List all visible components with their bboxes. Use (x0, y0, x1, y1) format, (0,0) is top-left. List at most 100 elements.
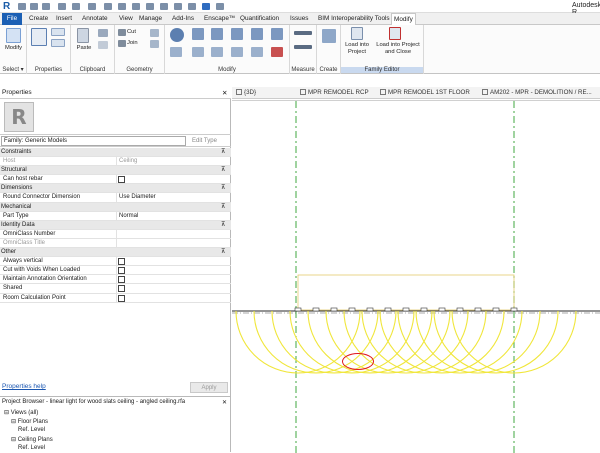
load-into-project-and-close-button[interactable]: Load into Project and Close (375, 42, 421, 56)
print-icon[interactable] (88, 3, 96, 10)
array-icon[interactable] (211, 47, 223, 57)
open-icon[interactable] (18, 3, 26, 10)
thin-lines-icon[interactable] (174, 3, 182, 10)
properties-icon[interactable] (31, 28, 47, 46)
3d-view-icon[interactable] (146, 3, 154, 10)
family-types-icon[interactable] (51, 28, 65, 36)
dimension-tool-icon[interactable] (294, 45, 312, 49)
property-checkbox[interactable] (118, 285, 125, 293)
modify-button[interactable]: Modify (2, 45, 25, 52)
tree-item[interactable]: ⊟ Views (all) (4, 409, 38, 416)
measure-icon[interactable] (104, 3, 112, 10)
property-checkbox[interactable] (118, 267, 125, 275)
delete-icon[interactable] (271, 47, 283, 57)
close-hidden-icon[interactable] (188, 3, 196, 10)
create-group-icon[interactable] (322, 29, 336, 43)
split-icon[interactable] (170, 47, 182, 57)
trim-icon[interactable] (271, 28, 283, 40)
tab-issues[interactable]: Issues (288, 13, 310, 25)
cut-icon[interactable] (118, 29, 126, 36)
tree-item[interactable]: ⊟ Ceiling Plans (11, 436, 53, 443)
tree-item[interactable]: ⊟ Floor Plans (11, 418, 48, 425)
switch-windows-icon[interactable] (202, 3, 210, 10)
property-value[interactable] (116, 229, 229, 239)
load-into-project-icon[interactable] (351, 27, 363, 40)
view-tab[interactable]: {3D} (236, 89, 256, 96)
modify-cursor-icon[interactable] (6, 28, 21, 43)
collapse-icon[interactable]: ⊼ (221, 184, 225, 193)
paint-icon[interactable] (150, 40, 159, 48)
category-structural[interactable]: Structural ⊼ (0, 166, 231, 176)
properties-help-link[interactable]: Properties help (2, 383, 46, 390)
tree-item[interactable]: Ref. Level (18, 427, 45, 433)
join-icon[interactable] (118, 40, 126, 47)
tab-manage[interactable]: Manage (137, 13, 164, 25)
view-tab[interactable]: MPR REMODEL 1ST FLOOR (380, 89, 470, 96)
measure-tool-icon[interactable] (294, 31, 312, 35)
tab-add-ins[interactable]: Add-Ins (170, 13, 196, 25)
tab-create[interactable]: Create (27, 13, 50, 25)
close-icon[interactable]: ✕ (222, 399, 227, 406)
paste-icon[interactable] (77, 28, 89, 43)
property-checkbox[interactable] (118, 258, 125, 266)
collapse-icon[interactable]: ⊼ (221, 148, 225, 157)
undo-icon[interactable] (58, 3, 66, 10)
collapse-icon[interactable]: ⊼ (221, 203, 225, 212)
revit-logo[interactable]: R (3, 1, 14, 12)
family-filter-dropdown[interactable]: Family: Generic Models (1, 136, 186, 146)
category-dimensions[interactable]: Dimensions ⊼ (0, 184, 231, 194)
match-type-icon[interactable] (98, 41, 108, 49)
tab-quantification[interactable]: Quantification (238, 13, 281, 25)
move-icon[interactable] (170, 28, 184, 42)
wall-joins-icon[interactable] (150, 29, 159, 37)
text-icon[interactable] (132, 3, 140, 10)
dimension-icon[interactable] (118, 3, 126, 10)
property-checkbox[interactable] (118, 294, 125, 302)
drawing-canvas[interactable] (232, 100, 600, 453)
close-icon[interactable]: ✕ (222, 89, 227, 97)
collapse-icon[interactable]: ⊼ (221, 166, 225, 175)
view-tab[interactable]: AM202 - MPR - DEMOLITION / RE... (482, 89, 592, 96)
scale-icon[interactable] (231, 47, 243, 57)
select-panel-label[interactable]: Select ▾ (0, 66, 26, 73)
pin-icon[interactable] (251, 47, 263, 57)
save-icon[interactable] (30, 3, 38, 10)
copy-element-icon[interactable] (192, 47, 204, 57)
redo-icon[interactable] (72, 3, 80, 10)
align-icon[interactable] (192, 28, 204, 40)
view-tab[interactable]: MPR REMODEL RCP (300, 89, 369, 96)
tab-annotate[interactable]: Annotate (80, 13, 110, 25)
tab-bim-interoperability-tools[interactable]: BIM Interoperability Tools (316, 13, 392, 25)
family-plan-view[interactable] (232, 101, 600, 453)
property-checkbox[interactable] (118, 176, 125, 184)
join-button[interactable]: Join (127, 40, 138, 47)
mirror-icon[interactable] (231, 28, 243, 40)
section-icon[interactable] (160, 3, 168, 10)
load-and-close-icon[interactable] (389, 27, 401, 40)
category-other[interactable]: Other ⊼ (0, 248, 231, 258)
sync-icon[interactable] (42, 3, 50, 10)
property-checkbox[interactable] (118, 276, 125, 284)
type-selector[interactable]: R (0, 99, 231, 135)
collapse-icon[interactable]: ⊼ (221, 248, 225, 257)
tab-view[interactable]: View (117, 13, 135, 25)
offset-icon[interactable] (211, 28, 223, 40)
expand-toggle-icon[interactable]: ⊟ (11, 419, 16, 425)
tab-file[interactable]: File (2, 13, 22, 25)
property-value[interactable]: Use Diameter (116, 193, 229, 203)
rotate-icon[interactable] (251, 28, 263, 40)
category-identity-data[interactable]: Identity Data ⊼ (0, 220, 231, 230)
cut-button[interactable]: Cut (127, 29, 136, 36)
category-constraints[interactable]: Constraints ⊼ (0, 148, 231, 158)
tab-insert[interactable]: Insert (54, 13, 74, 25)
paste-button[interactable]: Paste (73, 45, 95, 52)
edit-type-button[interactable]: Edit Type (192, 136, 229, 146)
apply-button[interactable]: Apply (190, 382, 228, 393)
customize-icon[interactable] (216, 3, 224, 10)
expand-toggle-icon[interactable]: ⊟ (4, 410, 9, 416)
collapse-icon[interactable]: ⊼ (221, 221, 225, 230)
tab-enscape[interactable]: Enscape™ (202, 13, 237, 25)
load-into-project-button[interactable]: Load into Project (342, 42, 372, 56)
copy-icon[interactable] (98, 29, 108, 37)
category-mechanical[interactable]: Mechanical ⊼ (0, 202, 231, 212)
